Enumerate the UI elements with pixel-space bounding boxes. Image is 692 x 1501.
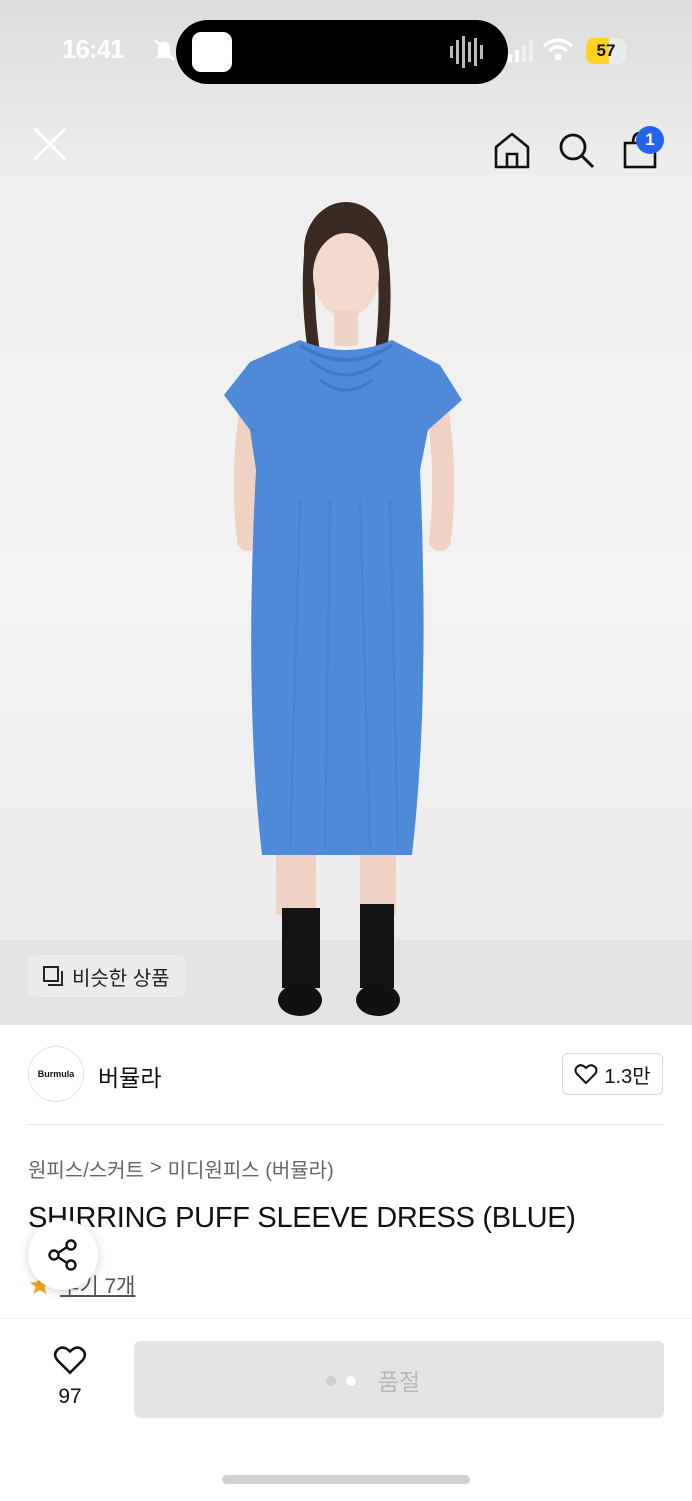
bell-off-icon: [154, 39, 175, 61]
brand-like-count: 1.3만: [604, 1065, 651, 1088]
battery-indicator: 57: [586, 38, 626, 64]
status-time: 16:41: [62, 34, 124, 64]
wifi-icon: [542, 38, 574, 61]
home-icon: [494, 132, 530, 169]
breadcrumb-subcategory[interactable]: 미디원피스 (버뮬라): [168, 1154, 334, 1183]
home-indicator[interactable]: [222, 1475, 470, 1484]
wishlist-count: 97: [58, 1385, 82, 1408]
dynamic-island: [176, 20, 508, 84]
audio-wave-icon: [450, 36, 483, 68]
battery-percent: 57: [596, 41, 616, 60]
brand-logo-text: Burmula: [37, 1069, 75, 1079]
sold-out-button[interactable]: 품절: [134, 1341, 664, 1418]
share-icon: [48, 1239, 77, 1271]
breadcrumb-separator: >: [149, 1157, 162, 1179]
similar-products-label: 비슷한 상품: [72, 967, 170, 990]
page-dot-active: [346, 1376, 356, 1386]
heart-icon: [574, 1064, 598, 1085]
page-dot: [326, 1376, 336, 1386]
brand-logo[interactable]: Burmula: [28, 1046, 84, 1102]
breadcrumb: 원피스/스커트 > 미디원피스 (버뮬라): [28, 1154, 334, 1183]
close-button[interactable]: [30, 124, 70, 164]
product-title: SHIRRING PUFF SLEEVE DRESS (BLUE): [28, 1202, 576, 1234]
search-button[interactable]: [556, 130, 596, 170]
search-icon: [559, 133, 595, 169]
page-indicator: [326, 1376, 356, 1386]
breadcrumb-category[interactable]: 원피스/스커트: [28, 1154, 144, 1183]
app-icon: [192, 32, 232, 72]
divider: [28, 1124, 664, 1125]
signal-icon: [508, 40, 533, 62]
close-icon: [33, 127, 67, 161]
cart-badge: 1: [636, 126, 664, 154]
similar-products-button[interactable]: 비슷한 상품: [28, 955, 186, 997]
brand-name[interactable]: 버뮬라: [98, 1059, 161, 1093]
similar-icon: [43, 966, 63, 986]
brand-like-button[interactable]: 1.3만: [562, 1053, 663, 1095]
home-button[interactable]: [492, 130, 532, 170]
heart-icon: [53, 1346, 87, 1375]
share-button[interactable]: [28, 1220, 98, 1290]
